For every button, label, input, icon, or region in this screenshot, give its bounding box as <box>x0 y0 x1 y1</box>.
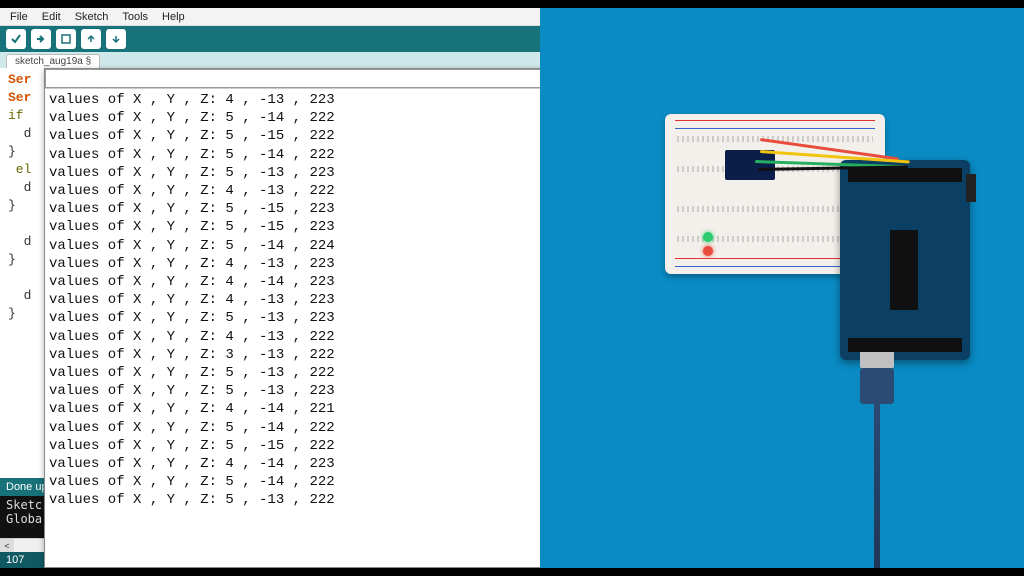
serial-line: values of X , Y , Z: 5 , -13 , 222 <box>49 491 577 509</box>
open-button[interactable] <box>81 29 101 49</box>
video-letterbox-top <box>0 0 1024 8</box>
arduino-board <box>840 160 970 360</box>
serial-monitor-window: values of X , Y , Z: 4 , -13 , 223values… <box>44 68 582 568</box>
serial-line: values of X , Y , Z: 5 , -15 , 223 <box>49 200 577 218</box>
serial-line: values of X , Y , Z: 5 , -14 , 224 <box>49 237 577 255</box>
serial-line: values of X , Y , Z: 4 , -13 , 222 <box>49 182 577 200</box>
video-letterbox-bottom <box>0 568 1024 576</box>
serial-send-input[interactable] <box>45 69 581 88</box>
toolbar <box>0 26 540 52</box>
green-led-icon <box>703 232 713 242</box>
serial-line: values of X , Y , Z: 5 , -14 , 222 <box>49 419 577 437</box>
code-token: Ser <box>8 90 31 105</box>
verify-button[interactable] <box>6 29 26 49</box>
serial-output[interactable]: values of X , Y , Z: 4 , -13 , 223values… <box>45 89 581 512</box>
menu-sketch[interactable]: Sketch <box>69 11 115 23</box>
menubar[interactable]: File Edit Sketch Tools Help <box>0 8 540 26</box>
serial-line: values of X , Y , Z: 5 , -15 , 222 <box>49 127 577 145</box>
microcontroller-chip <box>890 230 918 310</box>
serial-line: values of X , Y , Z: 5 , -13 , 222 <box>49 364 577 382</box>
scroll-left-icon[interactable]: < <box>0 539 14 553</box>
menu-help[interactable]: Help <box>156 11 191 23</box>
usb-cable <box>874 392 880 568</box>
serial-line: values of X , Y , Z: 4 , -13 , 222 <box>49 328 577 346</box>
red-led-icon <box>703 246 713 256</box>
menu-tools[interactable]: Tools <box>116 11 154 23</box>
sketch-tab[interactable]: sketch_aug19a § <box>6 54 100 68</box>
serial-line: values of X , Y , Z: 4 , -13 , 223 <box>49 255 577 273</box>
serial-send-row <box>45 69 581 89</box>
serial-line: values of X , Y , Z: 4 , -13 , 223 <box>49 291 577 309</box>
serial-line: values of X , Y , Z: 5 , -14 , 222 <box>49 473 577 491</box>
serial-line: values of X , Y , Z: 5 , -13 , 223 <box>49 309 577 327</box>
serial-line: values of X , Y , Z: 5 , -14 , 222 <box>49 146 577 164</box>
usb-port <box>860 340 894 368</box>
serial-line: values of X , Y , Z: 5 , -15 , 223 <box>49 218 577 236</box>
serial-line: values of X , Y , Z: 4 , -14 , 221 <box>49 400 577 418</box>
serial-line: values of X , Y , Z: 5 , -15 , 222 <box>49 437 577 455</box>
menu-file[interactable]: File <box>4 11 34 23</box>
serial-line: values of X , Y , Z: 5 , -14 , 222 <box>49 109 577 127</box>
serial-line: values of X , Y , Z: 5 , -13 , 223 <box>49 164 577 182</box>
new-button[interactable] <box>56 29 76 49</box>
serial-line: values of X , Y , Z: 4 , -13 , 223 <box>49 91 577 109</box>
icsp-header <box>966 174 976 202</box>
code-token: Ser <box>8 72 31 87</box>
upload-button[interactable] <box>31 29 51 49</box>
code-token: el <box>8 162 31 177</box>
sensor-module <box>725 150 775 180</box>
code-token: if <box>8 108 24 123</box>
serial-line: values of X , Y , Z: 4 , -14 , 223 <box>49 455 577 473</box>
save-button[interactable] <box>106 29 126 49</box>
serial-line: values of X , Y , Z: 3 , -13 , 222 <box>49 346 577 364</box>
menu-edit[interactable]: Edit <box>36 11 67 23</box>
hardware-photo <box>540 8 1024 568</box>
serial-line: values of X , Y , Z: 5 , -13 , 223 <box>49 382 577 400</box>
tab-bar: sketch_aug19a § <box>0 52 540 68</box>
serial-line: values of X , Y , Z: 4 , -14 , 223 <box>49 273 577 291</box>
